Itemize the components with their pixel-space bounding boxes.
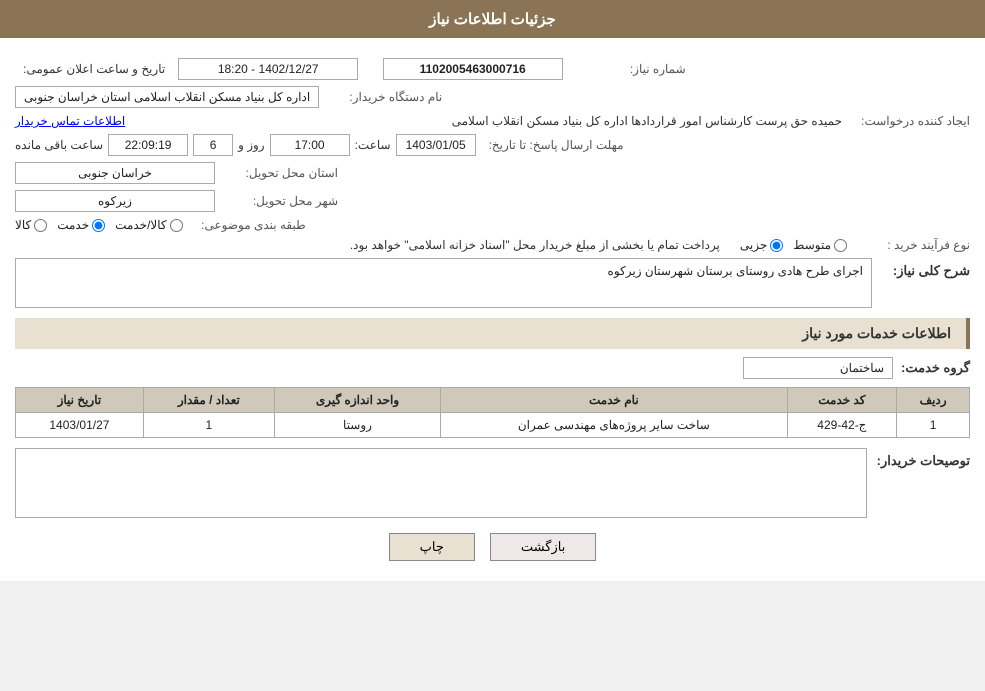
category-radio-group: کالا/خدمت خدمت کالا <box>15 218 183 232</box>
contact-link[interactable]: اطلاعات تماس خریدار <box>15 114 125 128</box>
deadline-time-label: ساعت: <box>355 138 391 152</box>
category-option-khedmat[interactable]: خدمت <box>57 218 105 232</box>
cell-service-code: ج-42-429 <box>787 413 897 438</box>
category-option-kala-khedmat[interactable]: کالا/خدمت <box>115 218 182 232</box>
group-label: گروه خدمت: <box>901 360 970 376</box>
buyer-notes-box <box>15 448 867 518</box>
need-description-label: شرح کلی نیاز: <box>880 258 970 279</box>
category-kala-label: کالا <box>15 218 31 232</box>
deadline-label: مهلت ارسال پاسخ: تا تاریخ: <box>489 138 624 152</box>
purchase-motavasset-label: متوسط <box>793 238 831 252</box>
purchase-type-radio-group: متوسط جزیی <box>740 238 847 252</box>
page-header: جزئیات اطلاعات نیاز <box>0 0 985 38</box>
need-description-value: اجرای طرح هادی روستای برستان شهرستان زیر… <box>15 258 872 308</box>
need-number-label: شماره نیاز: <box>576 62 686 76</box>
deadline-days: 6 <box>193 134 233 156</box>
category-kala-khedmat-label: کالا/خدمت <box>115 218 166 232</box>
buyer-org-value: اداره کل بنیاد مسکن انقلاب اسلامی استان … <box>15 86 319 108</box>
col-date: تاریخ نیاز <box>16 388 144 413</box>
buyer-org-label: نام دستگاه خریدار: <box>332 90 442 104</box>
city-value: زیرکوه <box>15 190 215 212</box>
deadline-date: 1403/01/05 <box>396 134 476 156</box>
deadline-remaining: 22:09:19 <box>108 134 188 156</box>
purchase-type-label: نوع فرآیند خرید : <box>860 238 970 252</box>
bottom-buttons: بازگشت چاپ <box>15 533 970 561</box>
deadline-days-label: روز و <box>238 138 265 152</box>
col-quantity: تعداد / مقدار <box>143 388 274 413</box>
category-option-kala[interactable]: کالا <box>15 218 47 232</box>
col-unit: واحد اندازه گیری <box>274 388 440 413</box>
cell-quantity: 1 <box>143 413 274 438</box>
need-number-value: 1102005463000716 <box>383 58 563 80</box>
purchase-jozii-label: جزیی <box>740 238 767 252</box>
services-table: ردیف کد خدمت نام خدمت واحد اندازه گیری ت… <box>15 387 970 438</box>
announcement-value: 1402/12/27 - 18:20 <box>178 58 358 80</box>
purchase-option-motavasset[interactable]: متوسط <box>793 238 847 252</box>
cell-unit: روستا <box>274 413 440 438</box>
purchase-note: پرداخت تمام یا بخشی از مبلغ خریدار محل "… <box>15 238 720 252</box>
cell-row-num: 1 <box>897 413 970 438</box>
page-title: جزئیات اطلاعات نیاز <box>429 11 556 28</box>
print-button[interactable]: چاپ <box>389 533 475 561</box>
deadline-time: 17:00 <box>270 134 350 156</box>
category-khedmat-label: خدمت <box>57 218 89 232</box>
buyer-notes-label: توصیحات خریدار: <box>877 448 970 469</box>
buyer-notes-section: توصیحات خریدار: <box>15 448 970 518</box>
category-label: طبقه بندی موضوعی: <box>196 218 306 232</box>
city-label: شهر محل تحویل: <box>228 194 338 208</box>
col-service-name: نام خدمت <box>441 388 787 413</box>
purchase-option-jozii[interactable]: جزیی <box>740 238 783 252</box>
deadline-remaining-label: ساعت باقی مانده <box>15 138 103 152</box>
province-label: استان محل تحویل: <box>228 166 338 180</box>
creator-value: حمیده حق پرست کارشناس امور قراردادها ادا… <box>130 114 847 128</box>
cell-date: 1403/01/27 <box>16 413 144 438</box>
col-service-code: کد خدمت <box>787 388 897 413</box>
group-value: ساختمان <box>743 357 893 379</box>
table-row: 1 ج-42-429 ساخت سایر پروژه‌های مهندسی عم… <box>16 413 970 438</box>
creator-label: ایجاد کننده درخواست: <box>860 114 970 128</box>
cell-service-name: ساخت سایر پروژه‌های مهندسی عمران <box>441 413 787 438</box>
col-row-num: ردیف <box>897 388 970 413</box>
back-button[interactable]: بازگشت <box>490 533 596 561</box>
services-section-title: اطلاعات خدمات مورد نیاز <box>15 318 970 349</box>
announcement-label: تاریخ و ساعت اعلان عمومی: <box>23 62 165 76</box>
province-value: خراسان جنوبی <box>15 162 215 184</box>
